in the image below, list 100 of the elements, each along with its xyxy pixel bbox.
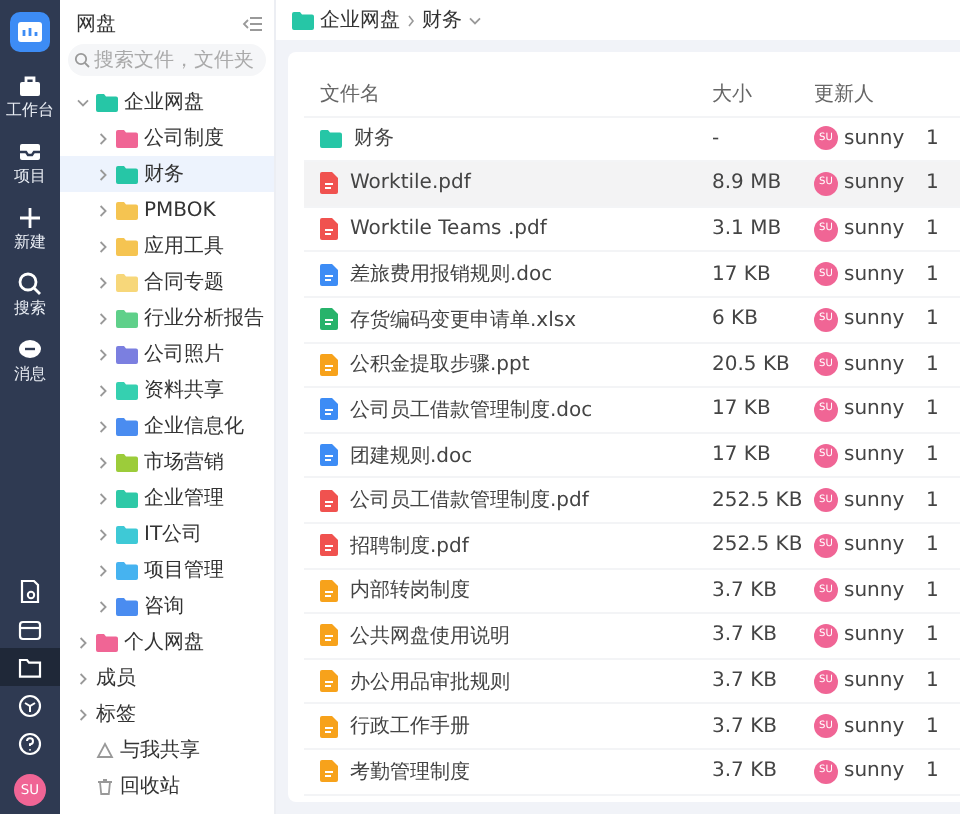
cube-icon[interactable] [16, 691, 44, 719]
chevron-right-icon[interactable] [96, 167, 110, 181]
plus-icon[interactable] [16, 204, 44, 232]
file-size: 252.5 KB [712, 489, 805, 512]
file-size: 6 KB [712, 308, 760, 331]
document-icon [320, 263, 338, 286]
chevron-right-icon[interactable] [76, 635, 90, 649]
rail-button[interactable] [0, 648, 60, 686]
tree-item[interactable]: 与我共享 [60, 732, 274, 768]
chevron-right-icon[interactable] [96, 131, 110, 145]
file-name: 公共网盘使用说明 [350, 623, 510, 650]
file-name: 财务 [354, 125, 394, 153]
column-header[interactable]: 更新人 [814, 79, 926, 108]
table-cell-text: 1 [926, 398, 941, 421]
column-header[interactable]: 大小 [712, 79, 814, 108]
chevron-right-icon[interactable] [96, 527, 110, 541]
file-size: 17 KB [712, 263, 773, 286]
breadcrumb-link[interactable]: 企业网盘 [320, 6, 400, 34]
user-name: sunny [844, 760, 905, 783]
tree-item[interactable]: 公司照片 [60, 336, 274, 372]
table-cell-text: 1 [926, 172, 941, 195]
chevron-right-icon[interactable] [96, 347, 110, 361]
column-header[interactable]: 文件名 [320, 79, 712, 108]
file-name: Worktile Teams .pdf [350, 218, 547, 241]
tree-item[interactable]: 项目管理 [60, 552, 274, 588]
table-cell-text: 1 [926, 579, 941, 602]
tree-item[interactable]: 标签 [60, 696, 274, 732]
rail-label[interactable]: 消息 [14, 368, 46, 384]
file-name: 公司员工借款管理制度.doc [350, 397, 593, 424]
tree-item[interactable]: 合同专题 [60, 264, 274, 300]
tree-item[interactable]: 回收站 [60, 768, 274, 804]
tree-item[interactable]: 企业信息化 [60, 408, 274, 444]
chevron-down-icon[interactable] [76, 95, 90, 109]
briefcase-icon[interactable] [16, 72, 44, 100]
folder-icon[interactable] [16, 653, 44, 681]
tree-item[interactable]: 公司制度 [60, 120, 274, 156]
file-name: 公司员工借款管理制度.pdf [350, 487, 589, 515]
note-icon [320, 624, 338, 647]
chevron-right-icon[interactable] [96, 563, 110, 577]
file-name: 招聘制度.pdf [350, 533, 469, 560]
tray-icon[interactable] [16, 138, 44, 166]
chevron-right-icon[interactable] [96, 491, 110, 505]
calendar-icon[interactable] [16, 615, 44, 643]
tree-item[interactable]: 资料共享 [60, 372, 274, 408]
file-name: 差旅费用报销规则.doc [350, 261, 553, 289]
tree-item[interactable]: 成员 [60, 660, 274, 696]
chevron-down-icon[interactable] [468, 13, 482, 27]
user-name: sunny [844, 579, 905, 602]
file-name: 考勤管理制度 [350, 759, 470, 786]
tree-item[interactable]: 企业管理 [60, 480, 274, 516]
tree-item[interactable]: 企业网盘 [60, 84, 274, 120]
rail-label[interactable]: 新建 [14, 236, 46, 252]
user-name: sunny [844, 218, 905, 241]
help-icon[interactable] [16, 729, 44, 757]
chevron-right-icon[interactable] [96, 455, 110, 469]
share-icon [96, 741, 114, 759]
chevron-right-icon[interactable] [96, 599, 110, 613]
rail-label[interactable]: 工作台 [6, 104, 54, 120]
chevron-right-icon[interactable] [76, 707, 90, 721]
breadcrumb-link[interactable]: 财务 [422, 6, 462, 34]
user-name: sunny [844, 444, 905, 467]
file-size: 3.7 KB [712, 715, 779, 738]
table-cell-text: 1 [926, 308, 941, 331]
chat-icon[interactable] [16, 336, 44, 364]
file-size: 252.5 KB [712, 534, 805, 557]
tree-item[interactable]: 财务 [60, 156, 274, 192]
app-logo-icon[interactable] [10, 12, 50, 52]
document-icon [320, 489, 338, 512]
user-name: sunny [844, 353, 905, 376]
chevron-right-icon[interactable] [96, 383, 110, 397]
tree-item[interactable]: 个人网盘 [60, 624, 274, 660]
rail-label[interactable]: 搜索 [14, 302, 46, 318]
tree-item[interactable]: 应用工具 [60, 228, 274, 264]
note-icon [320, 760, 338, 783]
file-name: 内部转岗制度 [350, 577, 470, 605]
note-icon [320, 670, 338, 693]
chevron-right-icon[interactable] [96, 311, 110, 325]
chevron-right-icon[interactable] [96, 275, 110, 289]
separator-icon [406, 13, 416, 27]
user-name: sunny [844, 127, 905, 150]
chevron-right-icon[interactable] [76, 671, 90, 685]
tree-item[interactable]: IT公司 [60, 516, 274, 552]
rail-label[interactable]: 项目 [14, 170, 46, 186]
sidebar-title: 网盘 [76, 12, 116, 38]
search-icon[interactable] [16, 270, 44, 298]
file-size: 3.7 KB [712, 670, 779, 693]
tree-item[interactable]: 市场营销 [60, 444, 274, 480]
chevron-right-icon[interactable] [96, 419, 110, 433]
chevron-right-icon[interactable] [96, 203, 110, 217]
table-cell-text: 1 [926, 444, 941, 467]
file-search-icon[interactable] [16, 577, 44, 605]
document-icon [320, 308, 338, 331]
chevron-right-icon[interactable] [96, 239, 110, 253]
table-cell-text: 1 [926, 263, 941, 286]
collapse-icon[interactable] [242, 16, 262, 32]
tree-item[interactable]: 咨询 [60, 588, 274, 624]
note-icon [320, 579, 338, 602]
tree-item[interactable]: 行业分析报告 [60, 300, 274, 336]
tree-item[interactable]: PMBOK [60, 192, 274, 228]
file-name: 办公用品审批规则 [350, 669, 510, 696]
